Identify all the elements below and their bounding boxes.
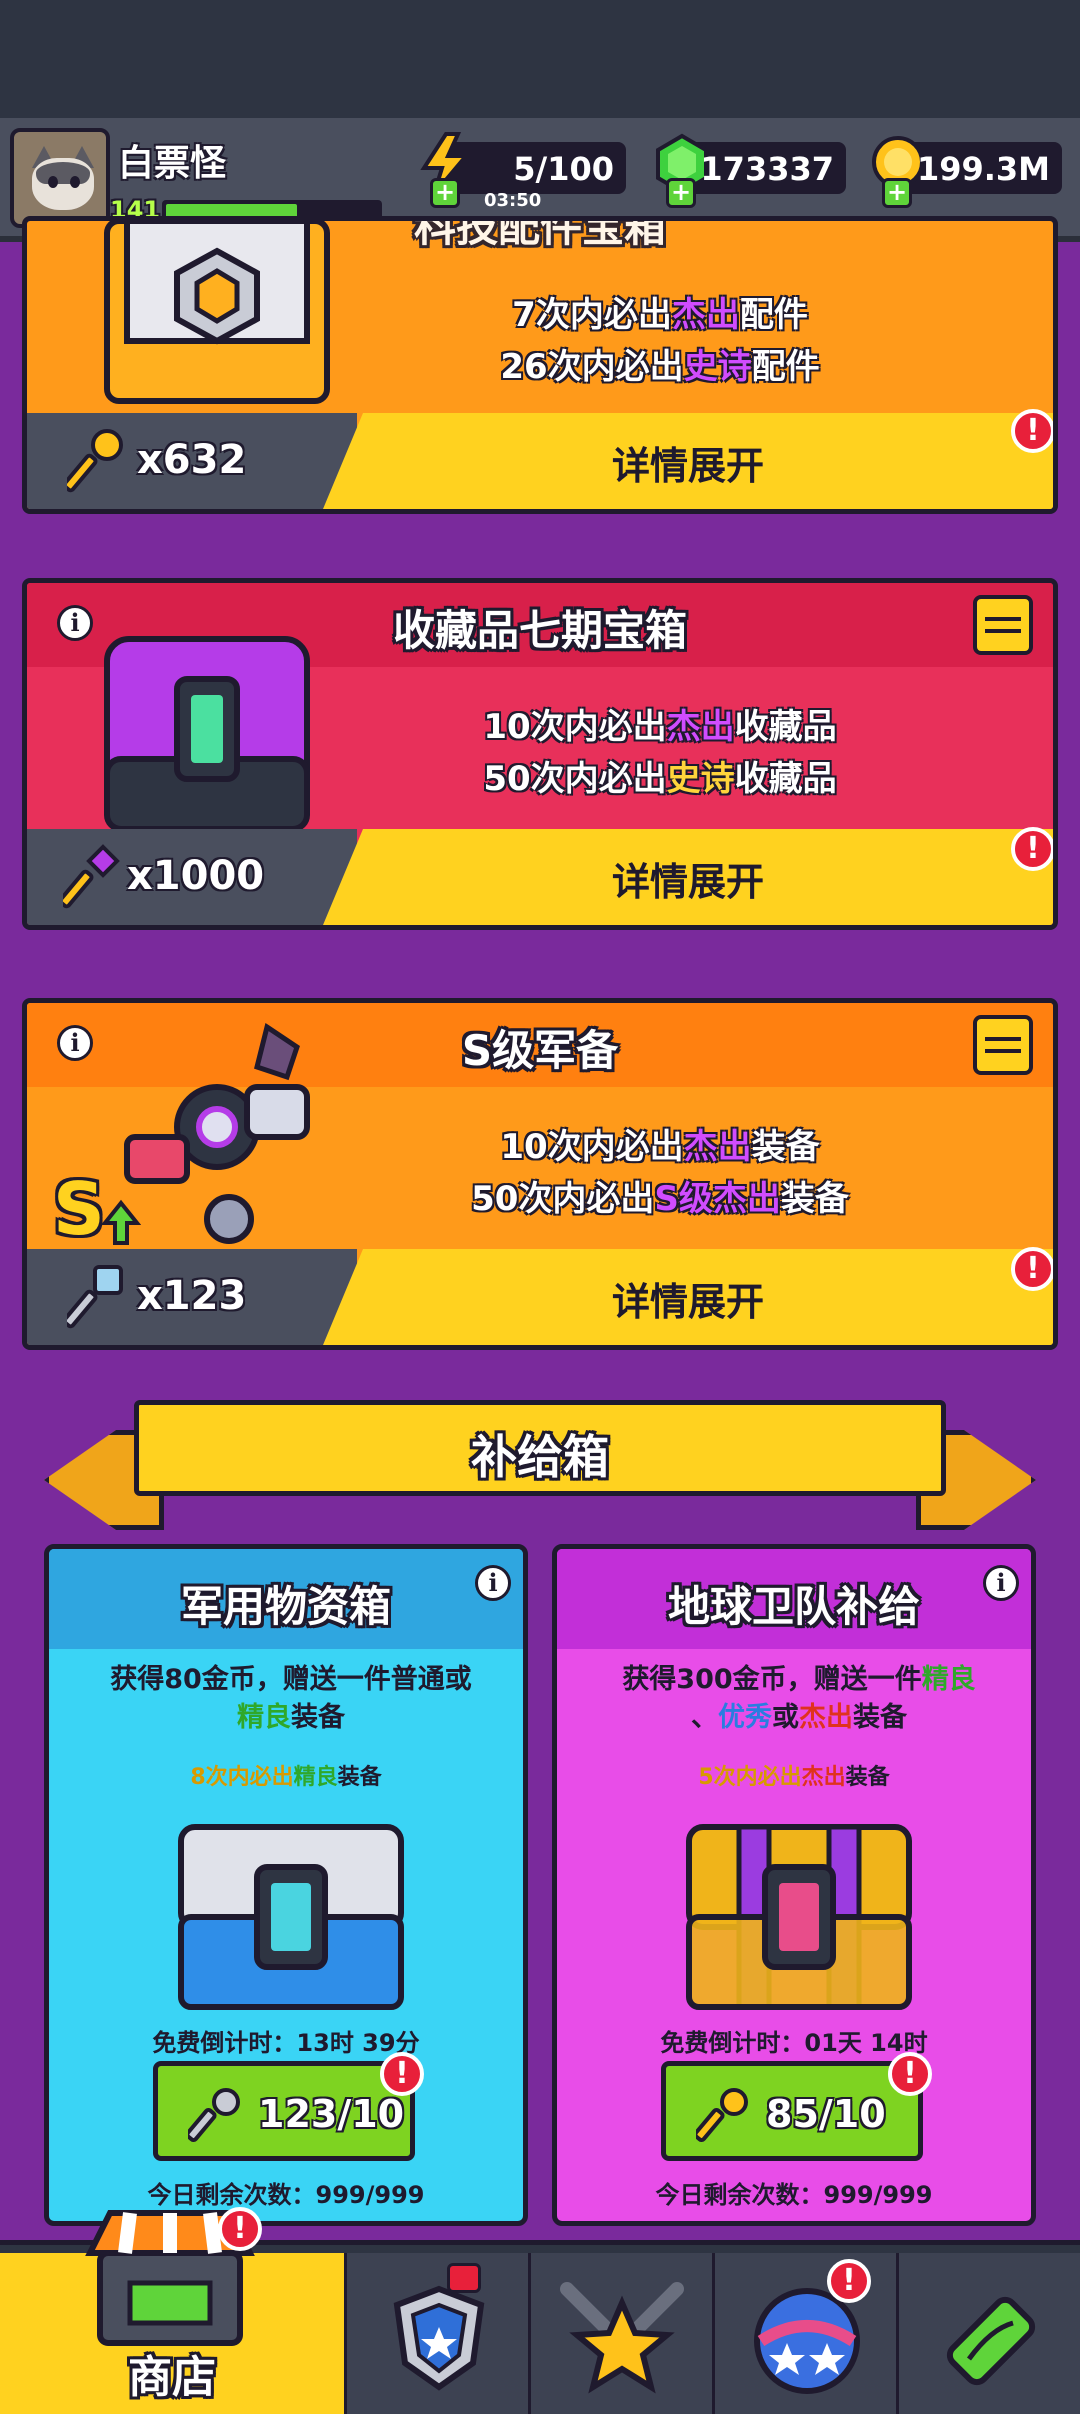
supply-title: 军用物资箱 bbox=[180, 1582, 391, 1631]
gem-counter[interactable]: + 173337 bbox=[656, 133, 846, 208]
key-panel: x632 bbox=[27, 413, 357, 509]
alert-badge: ! bbox=[827, 2259, 871, 2303]
key-usage: 123/10 bbox=[258, 2092, 405, 2136]
pity-line-1: 7次内必出杰出配件 bbox=[512, 295, 808, 335]
player-name: 白票怪 bbox=[118, 143, 227, 184]
pity-line-1: 10次内必出杰出装备 bbox=[500, 1127, 820, 1167]
dna-icon bbox=[946, 2296, 1036, 2386]
add-coin-icon[interactable]: + bbox=[882, 178, 912, 208]
free-countdown: 免费倒计时：01天 14时 bbox=[660, 2029, 928, 2057]
supply-header: 地球卫队补给 i bbox=[557, 1549, 1031, 1649]
gold-key-icon bbox=[67, 429, 123, 493]
supply-banner: 补给箱 bbox=[134, 1400, 946, 1496]
pity-line-1: 10次内必出杰出收藏品 bbox=[483, 707, 837, 747]
daily-remaining: 今日剩余次数：999/999 bbox=[655, 2181, 933, 2209]
expand-details-button[interactable]: 详情展开 bbox=[323, 413, 1053, 509]
purple-key-icon bbox=[63, 844, 120, 909]
expand-details-button[interactable]: 详情展开 bbox=[323, 1249, 1053, 1345]
add-energy-icon[interactable]: + bbox=[430, 178, 460, 208]
expand-details-label: 详情展开 bbox=[611, 444, 764, 488]
key-count: x632 bbox=[137, 437, 247, 483]
pity-line-2: 50次内必出S级杰出装备 bbox=[471, 1179, 849, 1219]
expand-details-label: 详情展开 bbox=[611, 860, 764, 904]
energy-value: 5/100 bbox=[513, 150, 614, 188]
expand-details-button[interactable]: 详情展开 bbox=[323, 829, 1053, 925]
supply-description: 获得300金币，赠送一件精良 、优秀或杰出装备 bbox=[622, 1664, 976, 1733]
system-status-bar bbox=[0, 0, 1080, 118]
alert-badge: ! bbox=[218, 2207, 262, 2251]
info-icon[interactable]: i bbox=[475, 1565, 511, 1601]
supply-pity: 8次内必出精良装备 bbox=[190, 1765, 382, 1790]
cat-eye-right bbox=[70, 176, 80, 188]
chest-card-s-gear: i S级军备 S 10次内必出杰出装备 50次内必出S级杰出装备 x123 详情… bbox=[22, 998, 1058, 1350]
lock-badge-icon bbox=[447, 2263, 481, 2293]
chest-card-collection: i 收藏品七期宝箱 10次内必出杰出收藏品 50次内必出史诗收藏品 x1000 … bbox=[22, 578, 1058, 930]
energy-counter[interactable]: + 5/100 bbox=[420, 132, 626, 208]
coin-value: 199.3M bbox=[916, 150, 1050, 188]
expand-details-label: 详情展开 bbox=[611, 1280, 764, 1324]
tab-shop[interactable]: ! 商店 bbox=[0, 2207, 344, 2414]
key-panel: x1000 bbox=[27, 829, 357, 925]
tab-dna[interactable] bbox=[896, 2253, 1080, 2414]
calendar-icon[interactable] bbox=[973, 595, 1033, 655]
supply-header: 军用物资箱 i bbox=[49, 1549, 523, 1649]
silver-key-icon bbox=[188, 2088, 240, 2142]
blue-chest-icon bbox=[178, 1824, 404, 2010]
supply-description: 获得80金币，赠送一件普通或 精良装备 bbox=[110, 1664, 472, 1733]
star-swords-icon bbox=[560, 2282, 684, 2394]
banner-title: 补给箱 bbox=[471, 1430, 609, 1484]
bottom-nav: ! 商店 ! bbox=[0, 2207, 1080, 2414]
gem-value: 173337 bbox=[700, 150, 834, 188]
supply-title: 地球卫队补给 bbox=[667, 1582, 920, 1631]
calendar-heart-icon[interactable] bbox=[973, 1015, 1033, 1075]
chest-card-tech: 科技配件宝箱 7次内必出杰出配件 26次内必出史诗配件 x632 详情展开 ! bbox=[22, 216, 1058, 514]
key-count: x1000 bbox=[127, 853, 265, 899]
energy-timer: 03:50 bbox=[484, 190, 542, 211]
alert-badge: ! bbox=[888, 2052, 932, 2096]
pity-line-2: 26次内必出史诗配件 bbox=[500, 347, 820, 387]
up-arrow-icon bbox=[101, 1199, 141, 1245]
shield-icon bbox=[393, 2285, 485, 2391]
alert-badge: ! bbox=[380, 2052, 424, 2096]
tab-planet[interactable]: ! bbox=[712, 2253, 896, 2414]
key-panel: x123 bbox=[27, 1249, 357, 1345]
add-gem-icon[interactable]: + bbox=[666, 178, 696, 208]
s-grade-badge: S bbox=[53, 1167, 105, 1251]
pity-line-2: 50次内必出史诗收藏品 bbox=[483, 759, 837, 799]
silver-key-icon bbox=[67, 1265, 123, 1329]
alert-badge: ! bbox=[1011, 827, 1053, 871]
tab-battle[interactable] bbox=[528, 2253, 712, 2414]
alert-badge: ! bbox=[1011, 1247, 1053, 1291]
cat-eye-left bbox=[48, 176, 58, 188]
tab-shield[interactable] bbox=[344, 2253, 528, 2414]
cat-mask bbox=[36, 162, 90, 184]
supply-box-military: 军用物资箱 i 获得80金币，赠送一件普通或 精良装备 8次内必出精良装备 免费… bbox=[44, 1544, 528, 2226]
avatar[interactable] bbox=[10, 128, 110, 228]
gold-key-icon bbox=[696, 2088, 748, 2142]
supply-pity: 5次内必出杰出装备 bbox=[698, 1765, 890, 1790]
alert-badge: ! bbox=[1011, 409, 1053, 453]
gold-purple-chest-icon bbox=[686, 1824, 912, 2010]
key-usage: 85/10 bbox=[766, 2092, 886, 2136]
free-countdown: 免费倒计时：13时 39分 bbox=[152, 2029, 420, 2057]
tab-shop-label: 商店 bbox=[128, 2352, 216, 2403]
open-with-key-button[interactable]: 123/10 ! bbox=[153, 2052, 424, 2161]
open-with-key-button[interactable]: 85/10 ! bbox=[661, 2052, 932, 2161]
info-icon[interactable]: i bbox=[983, 1565, 1019, 1601]
key-count: x123 bbox=[137, 1273, 247, 1319]
supply-box-earth-guard: 地球卫队补给 i 获得300金币，赠送一件精良 、优秀或杰出装备 5次内必出杰出… bbox=[552, 1544, 1036, 2226]
coin-counter[interactable]: + 199.3M bbox=[872, 136, 1062, 208]
